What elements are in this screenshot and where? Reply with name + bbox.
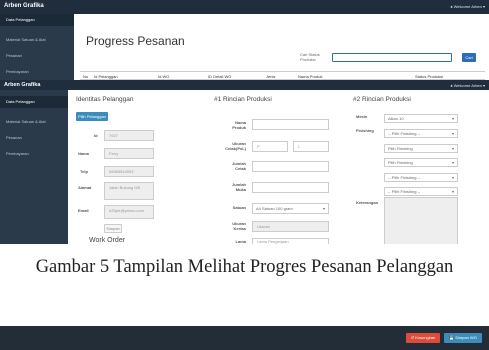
front-welcome[interactable]: ♠ Welcome Arben ▾ — [450, 83, 485, 88]
nama-label: Nama — [78, 151, 89, 156]
email-field: b25ptr@yahoo.com — [104, 205, 154, 219]
table-header: No Id Pelanggan Id WO ID Detail WO Jenis… — [80, 71, 485, 80]
back-welcome[interactable]: ♠ Welcome Arben ▾ — [450, 4, 485, 9]
chevron-down-icon: ▾ — [451, 189, 454, 194]
work-order-title: Work Order — [89, 237, 126, 244]
chevron-down-icon: ▾ — [451, 175, 454, 180]
search-input[interactable] — [332, 53, 452, 62]
page-title: Progress Pesanan — [86, 34, 185, 48]
finishing-value-5: -- Pilih Finishing -- — [388, 189, 421, 194]
chevron-down-icon: ▾ — [451, 116, 454, 121]
alamat-field: Jalan Bukung II/8 — [104, 182, 154, 200]
ukuran-p-input[interactable]: P — [252, 141, 288, 152]
kosongkan-label: Kosongkan — [415, 335, 436, 340]
nama-produk-input[interactable] — [252, 119, 329, 130]
jumlah-cetak-input[interactable] — [252, 161, 329, 172]
finishing-value-3: Pilih Finishing — [388, 160, 413, 165]
rincian2-title: #2 Rincian Produksi — [353, 96, 411, 103]
front-topbar: Arben Grafika ♠ Welcome Arben ▾ — [0, 80, 489, 90]
id-field: 7927 — [104, 130, 154, 141]
finishing-select-1[interactable]: -- Pilih Finishing -- ▾ — [384, 129, 458, 138]
satuan-label: Satuan — [232, 205, 246, 210]
simpan-pelanggan-button[interactable]: Simpan — [104, 224, 122, 233]
finishing-select-5[interactable]: -- Pilih Finishing -- ▾ — [384, 187, 458, 196]
finishing-label: Finishing — [356, 128, 374, 133]
finishing-select-2[interactable]: Pilih Finishing ▾ — [384, 144, 458, 153]
col-id-detail-wo: ID Detail WO — [208, 74, 232, 79]
ukuran-kertas-field: Ukuran — [252, 221, 329, 232]
col-nama-produk: Nama Produk — [298, 74, 323, 79]
keterangan-textarea[interactable] — [384, 197, 458, 244]
chevron-down-icon: ▾ — [451, 131, 454, 136]
col-id-wo: Id WO — [158, 74, 170, 79]
finishing-value-1: -- Pilih Finishing -- — [388, 131, 421, 136]
front-sidebar-item-material[interactable]: Material Satuan & Alat — [0, 116, 68, 128]
col-status-produksi: Status Produksi — [415, 74, 444, 79]
simpan-wo-button[interactable]: 💾 Simpan WO — [444, 333, 482, 343]
front-welcome-text: Welcome Arben — [453, 83, 482, 88]
mesin-select[interactable]: Alkan 10 ▾ — [384, 114, 458, 123]
finishing-value-4: -- Pilih Finishing -- — [388, 175, 421, 180]
id-label: Id — [94, 133, 98, 138]
back-sidebar-item-pesanan[interactable]: Pesanan — [0, 50, 74, 62]
front-sidebar-item-pelanggan[interactable]: Data Pelanggan — [0, 96, 68, 108]
ukuran-l-input[interactable]: L — [293, 141, 329, 152]
search-label: Cari Status Produksi — [300, 52, 320, 62]
ukuran-kertas-label: Ukuran Kertas — [232, 221, 246, 231]
telp-label: Telp — [80, 169, 88, 174]
figure-caption: Gambar 5 Tampilan Melihat Progres Pesana… — [35, 257, 454, 277]
back-sidebar-item-material[interactable]: Material Satuan & Alat — [0, 34, 74, 46]
finishing-select-3[interactable]: Pilih Finishing ▾ — [384, 158, 458, 167]
caption-panel: Gambar 5 Tampilan Melihat Progres Pesana… — [0, 244, 489, 326]
simpan-wo-label: Simpan WO — [455, 335, 477, 340]
keterangan-label: Keterangan — [356, 200, 379, 205]
finishing-select-4[interactable]: -- Pilih Finishing -- ▾ — [384, 173, 458, 182]
nama-field: Ferry — [104, 148, 154, 159]
mesin-value: Alkan 10 — [388, 116, 404, 121]
col-no: No — [83, 74, 89, 79]
ukuran-cetak-label: Ukuran Cetak(PxL) — [225, 141, 246, 151]
kosongkan-button[interactable]: ↺ Kosongkan — [406, 333, 440, 343]
alamat-label: Alamat — [78, 185, 92, 190]
search-button[interactable]: Cari — [462, 53, 476, 62]
back-brand: Arben Grafika — [4, 3, 44, 9]
back-topbar: Arben Grafika ♠ Welcome Arben ▾ — [0, 0, 489, 14]
jumlah-muka-label: Jumlah Muka — [231, 182, 246, 192]
nama-produk-label: Nama Produk — [232, 120, 246, 130]
satuan-select[interactable]: A4 Satuan 100 gram ▾ — [252, 203, 329, 214]
telp-field: 08965544093 — [104, 166, 154, 177]
chevron-down-icon: ▾ — [451, 160, 454, 165]
identitas-title: Identitas Pelanggan — [76, 96, 134, 103]
mesin-label: Mesin — [356, 114, 368, 119]
col-jenis: Jenis — [266, 74, 276, 79]
back-sidebar-item-pelanggan[interactable]: Data Pelanggan — [0, 14, 74, 26]
col-id-pelanggan: Id Pelanggan — [94, 74, 118, 79]
pilih-pelanggan-button[interactable]: Pilih Pelanggan — [76, 112, 108, 121]
jumlah-cetak-label: Jumlah Cetak — [231, 161, 246, 171]
front-brand: Arben Grafika — [4, 82, 41, 88]
satuan-value: A4 Satuan 100 gram — [256, 206, 293, 211]
back-welcome-text: Welcome Arben — [453, 4, 482, 9]
jumlah-muka-input[interactable] — [252, 182, 329, 193]
rincian1-title: #1 Rincian Produksi — [214, 96, 272, 103]
back-sidebar-item-pembayaran[interactable]: Pembayaran — [0, 66, 74, 78]
email-label: Email — [78, 208, 89, 213]
front-sidebar-item-pembayaran[interactable]: Pembayaran — [0, 148, 68, 160]
chevron-down-icon: ▾ — [322, 206, 325, 211]
front-sidebar-item-pesanan[interactable]: Pesanan — [0, 132, 68, 144]
finishing-value-2: Pilih Finishing — [388, 146, 413, 151]
chevron-down-icon: ▾ — [451, 146, 454, 151]
